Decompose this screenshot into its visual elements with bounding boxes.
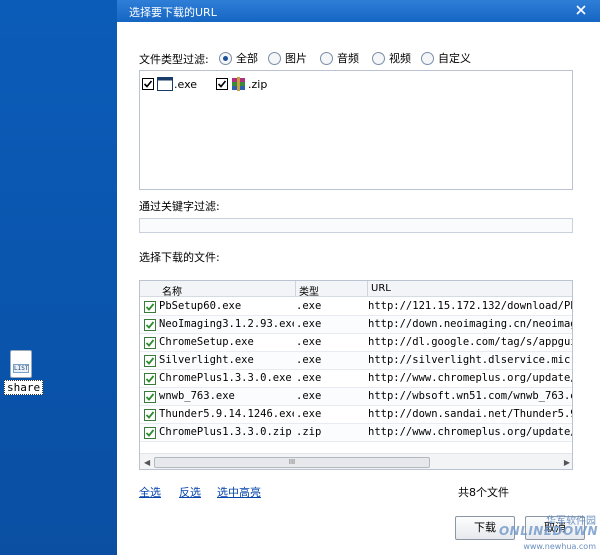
column-divider[interactable] [367,281,368,297]
column-divider[interactable] [295,281,296,297]
radio-image[interactable]: 图片 [268,50,307,66]
row-name: ChromePlus1.3.3.0.zip [159,426,292,438]
horizontal-scrollbar[interactable]: ◀ III ▶ [140,453,572,469]
keyword-input[interactable] [139,218,573,233]
highlight-selected-link[interactable]: 选中高亮 [217,484,261,500]
row-checkbox[interactable] [144,409,156,421]
type-item-zip[interactable]: .zip [216,77,267,91]
row-name: Silverlight.exe [159,354,254,366]
radio-label: 自定义 [438,52,471,65]
row-type: .exe [296,336,322,348]
column-header-name[interactable]: 名称 [162,283,182,298]
scroll-thumb[interactable]: III [154,457,430,468]
download-url-dialog: 选择要下载的URL 文件类型过滤: 全部 图片 音频 视频 自定义 .exe .… [117,0,600,555]
radio-audio[interactable]: 音频 [320,50,359,66]
row-url: http://silverlight.dlservice.micr [368,354,573,366]
invert-selection-link[interactable]: 反选 [179,484,201,500]
row-url: http://wbsoft.wn51.com/wnwb_763.e [368,390,573,402]
list-header: 名称 类型 URL [140,281,572,298]
table-row[interactable]: Silverlight.exe .exe http://silverlight.… [140,352,573,370]
row-checkbox[interactable] [144,355,156,367]
radio-custom[interactable]: 自定义 [421,50,471,66]
row-url: http://www.chromeplus.org/update/ [368,372,573,384]
list-file-icon: LIST [10,350,32,378]
radio-dot [320,51,333,65]
type-filter-label: 文件类型过滤: [139,53,209,66]
files-label: 选择下载的文件: [139,251,220,264]
checkbox[interactable] [216,78,228,90]
scroll-left-icon[interactable]: ◀ [144,458,150,467]
row-name: NeoImaging3.1.2.93.exe [159,318,294,330]
keyword-filter-label: 通过关键字过滤: [139,200,220,213]
table-row[interactable]: ChromePlus1.3.3.0.exe .exe http://www.ch… [140,370,573,388]
download-button[interactable]: 下载 [455,516,515,540]
radio-label: 音频 [337,52,359,65]
cancel-button[interactable]: 取消 [525,516,585,540]
window-icon [157,77,173,91]
type-item-exe[interactable]: .exe [142,77,197,91]
row-type: .zip [296,426,322,438]
file-count: 共8个文件 [458,486,509,499]
dialog-title: 选择要下载的URL [129,6,217,19]
table-row[interactable]: ChromeSetup.exe .exe http://dl.google.co… [140,334,573,352]
scroll-right-icon[interactable]: ▶ [564,458,570,467]
row-type: .exe [296,318,322,330]
desktop-icon-share[interactable]: LIST share [4,350,44,395]
row-url: http://dl.google.com/tag/s/appgui [368,336,573,348]
select-all-link[interactable]: 全选 [139,484,161,500]
row-checkbox[interactable] [144,427,156,439]
close-icon[interactable] [572,1,590,19]
row-checkbox[interactable] [144,373,156,385]
radio-label: 视频 [389,52,411,65]
radio-video[interactable]: 视频 [372,50,411,66]
row-url: http://121.15.172.132/download/Pb [368,300,573,312]
file-type-list: .exe .zip [139,70,573,190]
row-type: .exe [296,390,322,402]
row-checkbox[interactable] [144,391,156,403]
row-name: PbSetup60.exe [159,300,242,312]
radio-dot [268,51,281,65]
row-type: .exe [296,300,322,312]
desktop: LIST share [0,0,117,555]
table-row[interactable]: Thunder5.9.14.1246.exe .exe http://down.… [140,406,573,424]
checkbox[interactable] [142,78,154,90]
row-name: ChromePlus1.3.3.0.exe [159,372,292,384]
row-checkbox[interactable] [144,319,156,331]
title-bar[interactable]: 选择要下载的URL [117,0,600,22]
archive-icon [231,77,247,91]
row-checkbox[interactable] [144,337,156,349]
row-type: .exe [296,354,322,366]
row-url: http://down.sandai.net/Thunder5.9 [368,408,573,420]
file-list: 名称 类型 URL PbSetup60.exe .exe http://121.… [139,280,573,470]
table-row[interactable]: PbSetup60.exe .exe http://121.15.172.132… [140,298,573,316]
type-item-label: .exe [174,77,198,91]
radio-dot [421,51,434,65]
row-url: http://down.neoimaging.cn/neoimag [368,318,573,330]
row-checkbox[interactable] [144,301,156,313]
row-type: .exe [296,372,322,384]
table-row[interactable]: ChromePlus1.3.3.0.zip .zip http://www.ch… [140,424,573,442]
row-name: wnwb_763.exe [159,390,235,402]
radio-dot [372,51,385,65]
row-name: ChromeSetup.exe [159,336,254,348]
column-header-type[interactable]: 类型 [299,283,319,298]
row-name: Thunder5.9.14.1246.exe [159,408,294,420]
row-type: .exe [296,408,322,420]
file-icon-tag: LIST [13,364,29,373]
radio-label: 全部 [236,52,258,65]
row-url: http://www.chromeplus.org/update/ [368,426,573,438]
type-item-label: .zip [248,77,268,91]
radio-label: 图片 [285,52,307,65]
column-header-url[interactable]: URL [371,283,391,294]
radio-all[interactable]: 全部 [219,50,258,66]
table-row[interactable]: wnwb_763.exe .exe http://wbsoft.wn51.com… [140,388,573,406]
table-row[interactable]: NeoImaging3.1.2.93.exe .exe http://down.… [140,316,573,334]
desktop-icon-label: share [4,380,44,395]
radio-dot [219,51,232,65]
